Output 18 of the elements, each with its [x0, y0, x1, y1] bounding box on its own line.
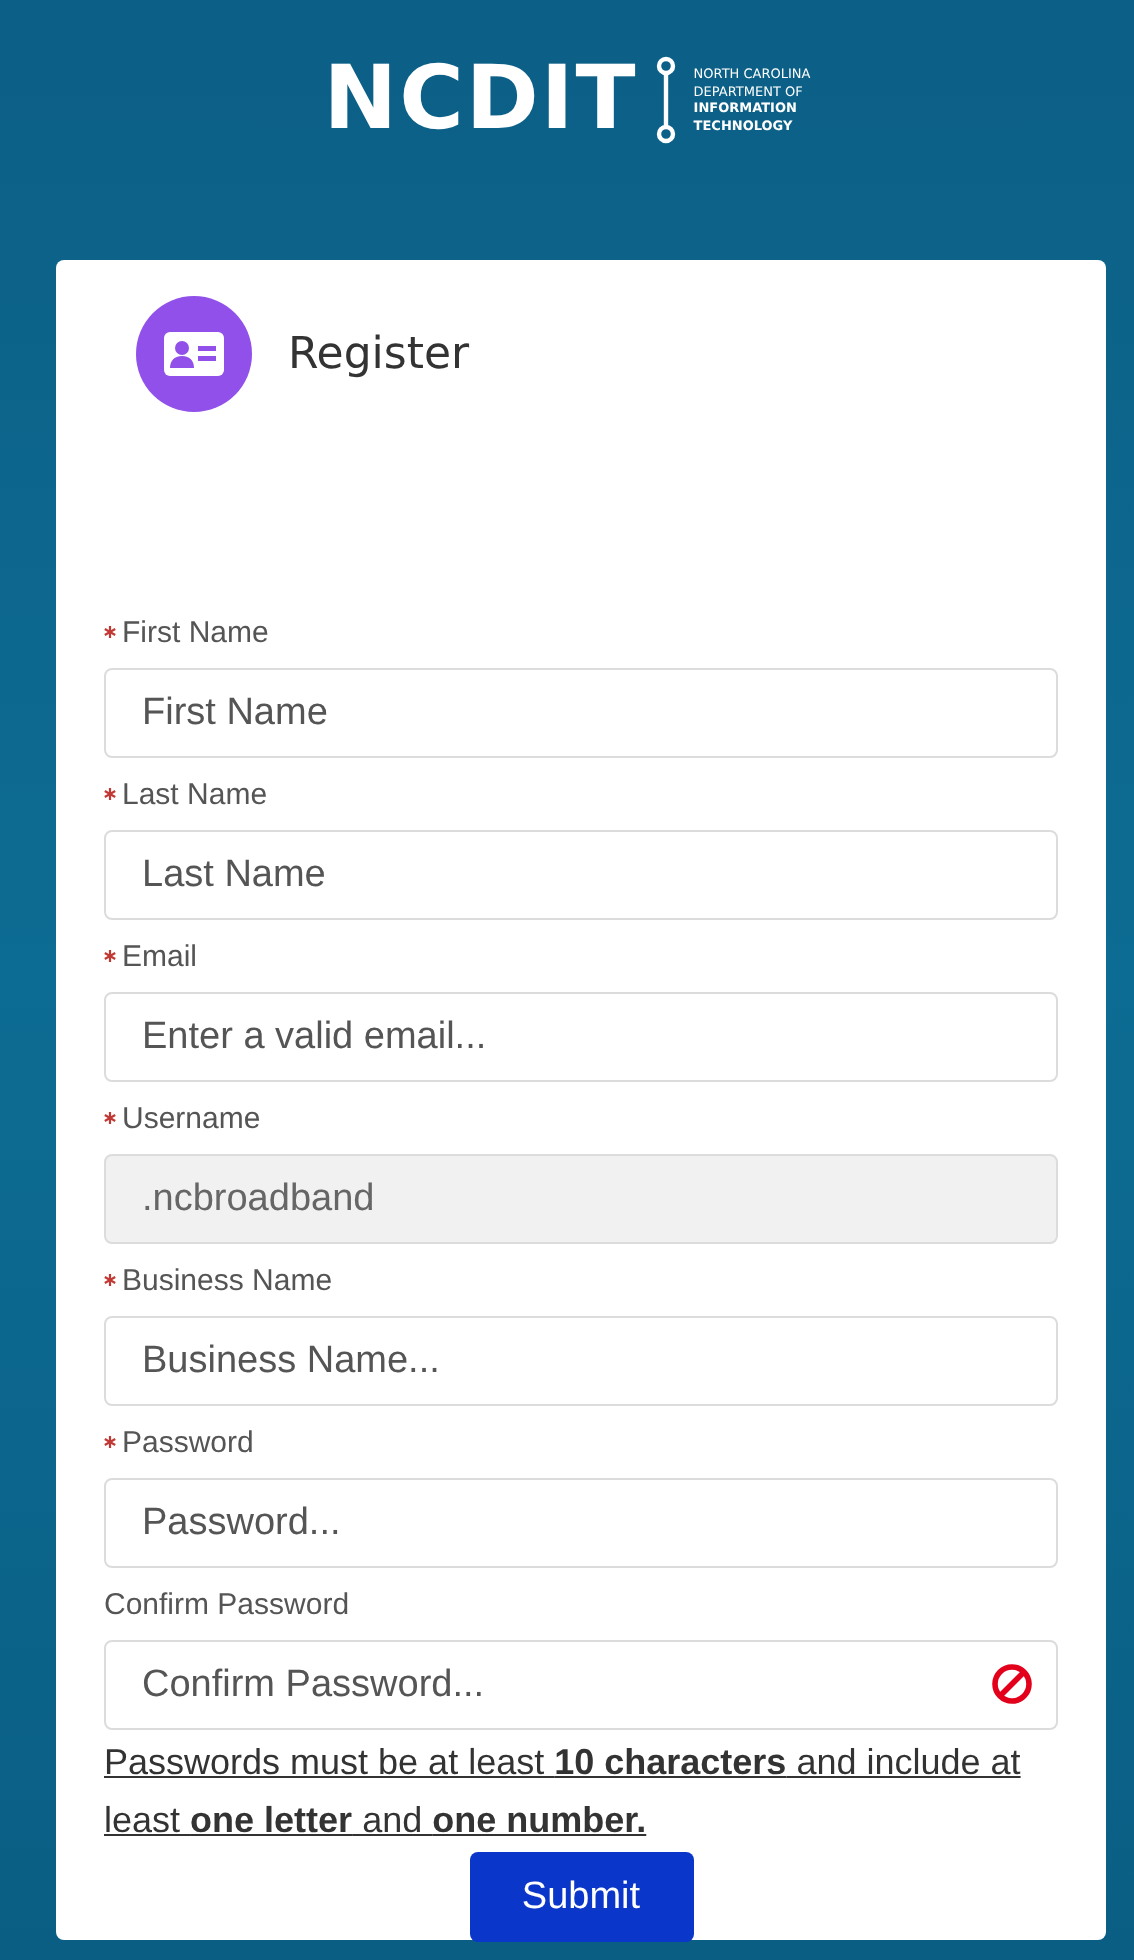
input-field[interactable]: Last Name [104, 830, 1058, 920]
input-field[interactable]: First Name [104, 668, 1058, 758]
field-label: Confirm Password [104, 1585, 350, 1625]
connector-icon [653, 56, 678, 144]
card-title: Register [288, 329, 470, 379]
field-label: Email [122, 937, 198, 977]
input-field[interactable]: Confirm Password... [104, 1640, 1058, 1730]
logo-wordmark: NCDIT [323, 54, 638, 146]
submit-button[interactable]: Submit [469, 1852, 693, 1942]
field-label: First Name [122, 613, 269, 653]
input-field[interactable]: Business Name... [104, 1316, 1058, 1406]
field-label: Last Name [122, 775, 268, 815]
password-hint: Passwords must be at least 10 characters and include at least one letter and one number. [104, 1740, 1023, 1844]
input-field[interactable]: Enter a valid email... [104, 992, 1058, 1082]
field-label: Business Name [122, 1261, 333, 1301]
input-field[interactable]: Password... [104, 1478, 1058, 1568]
field-label: Username [122, 1099, 261, 1139]
field-label: Password [122, 1423, 254, 1463]
